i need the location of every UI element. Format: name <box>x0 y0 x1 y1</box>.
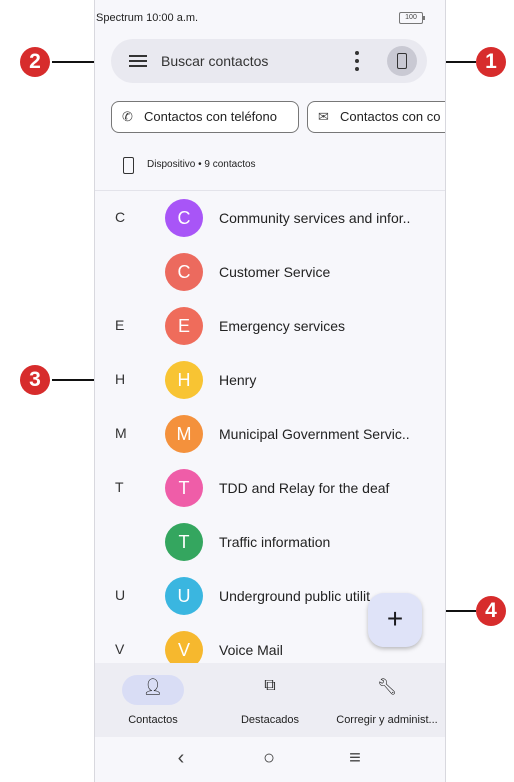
avatar: C <box>165 253 203 291</box>
hamburger-icon[interactable] <box>129 55 147 67</box>
contact-name: Community services and infor.. <box>219 210 411 226</box>
more-vert-icon[interactable] <box>355 51 359 71</box>
callout-4: 4 <box>476 596 506 626</box>
list-item[interactable]: E E Emergency services <box>95 299 445 353</box>
section-letter: U <box>115 587 126 603</box>
nav-label: Corregir y administ... <box>336 714 438 726</box>
back-icon[interactable]: ‹ <box>161 747 201 770</box>
avatar: U <box>165 577 203 615</box>
contact-name: Henry <box>219 372 257 388</box>
list-item[interactable]: H H Henry <box>95 353 445 407</box>
smartphone-icon <box>123 157 134 174</box>
nav-favorites[interactable]: ⧉ Destacados <box>212 663 328 737</box>
wrench-icon: 🔧︎ <box>376 679 398 696</box>
nav-fix-manage[interactable]: 🔧︎ Corregir y administ... <box>329 663 445 737</box>
chip-phone-contacts[interactable]: ✆ Contactos con teléfono <box>111 101 299 133</box>
section-letter: V <box>115 641 125 657</box>
device-account-button[interactable] <box>387 46 417 76</box>
list-item[interactable]: C C Community services and infor.. <box>95 191 445 245</box>
callout-1: 1 <box>476 47 506 77</box>
nav-label: Contactos <box>128 714 178 726</box>
avatar: T <box>165 523 203 561</box>
source-label: Dispositivo • 9 contactos <box>147 159 256 170</box>
list-item[interactable]: T Traffic information <box>95 515 445 569</box>
list-item[interactable]: T T TDD and Relay for the deaf <box>95 461 445 515</box>
avatar: C <box>165 199 203 237</box>
home-icon[interactable]: ○ <box>249 747 289 770</box>
avatar: M <box>165 415 203 453</box>
nav-label: Destacados <box>240 714 300 726</box>
avatar: T <box>165 469 203 507</box>
contact-name: Customer Service <box>219 264 331 280</box>
section-letter: M <box>115 425 127 441</box>
person-icon: 👤︎ <box>142 679 164 696</box>
status-carrier-time: Spectrum 10:00 a.m. <box>96 12 199 24</box>
section-letter: C <box>115 209 126 225</box>
contact-name: TDD and Relay for the deaf <box>219 480 390 496</box>
avatar: E <box>165 307 203 345</box>
section-letter: H <box>115 371 126 387</box>
filter-chips: ✆ Contactos con teléfono ✉ Contactos con… <box>111 101 445 135</box>
smartphone-icon <box>397 53 407 69</box>
chip-label: Contactos con teléfono <box>144 109 277 124</box>
status-bar: Spectrum 10:00 a.m. 100 <box>95 0 445 36</box>
callout-2: 2 <box>20 47 50 77</box>
chip-label: Contactos con co <box>340 109 441 124</box>
star-box-icon: ⧉ <box>264 677 276 694</box>
contact-name: Emergency services <box>219 318 346 334</box>
section-letter: T <box>115 479 124 495</box>
chip-email-contacts[interactable]: ✉ Contactos con co <box>307 101 445 133</box>
contact-name: Underground public utilit <box>219 588 370 604</box>
contact-name: Municipal Government Servic.. <box>219 426 410 442</box>
callout-3: 3 <box>20 365 50 395</box>
section-letter: E <box>115 317 125 333</box>
search-bar[interactable]: Buscar contactos <box>111 39 427 83</box>
phone-icon: ✆ <box>122 109 133 124</box>
email-icon: ✉ <box>318 109 329 124</box>
contacts-app-screen: Spectrum 10:00 a.m. 100 Buscar contactos… <box>94 0 446 782</box>
nav-contacts[interactable]: 👤︎ Contactos <box>95 663 211 737</box>
avatar: H <box>165 361 203 399</box>
list-item[interactable]: M M Municipal Government Servic.. <box>95 407 445 461</box>
add-contact-button[interactable]: + <box>368 593 422 647</box>
list-item[interactable]: C Customer Service <box>95 245 445 299</box>
battery-icon: 100 <box>399 12 425 24</box>
contact-name: Voice Mail <box>219 642 283 658</box>
system-navigation-bar: ‹ ○ ≡ <box>95 737 445 782</box>
search-input[interactable]: Buscar contactos <box>161 53 268 69</box>
avatar: V <box>165 631 203 663</box>
recents-icon[interactable]: ≡ <box>335 747 375 770</box>
contact-name: Traffic information <box>219 534 331 550</box>
bottom-navigation: 👤︎ Contactos ⧉ Destacados 🔧︎ Corregir y … <box>95 663 445 737</box>
